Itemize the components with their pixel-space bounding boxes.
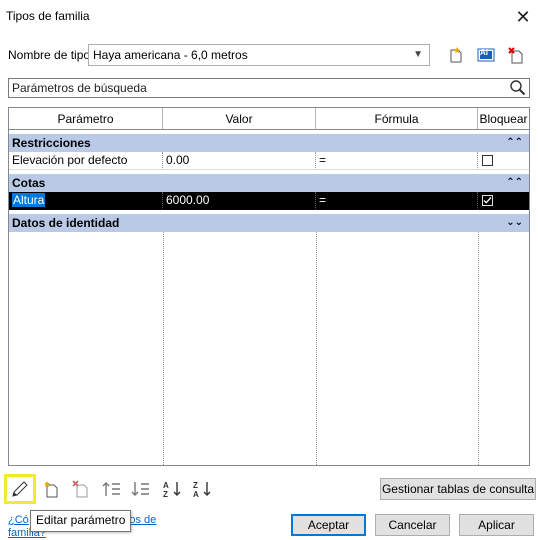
- window-title: Tipos de familia: [6, 9, 90, 23]
- search-placeholder: Parámetros de búsqueda: [12, 81, 147, 95]
- group-label: Cotas: [12, 176, 46, 190]
- type-name-select[interactable]: Haya americana - 6,0 metros ▼: [88, 44, 430, 66]
- group-header-identity-data[interactable]: Datos de identidad ⌄⌄: [9, 214, 529, 232]
- svg-text:A: A: [193, 490, 199, 498]
- svg-text:Z: Z: [163, 490, 168, 498]
- type-name-value: Haya americana - 6,0 metros: [93, 48, 248, 62]
- group-header-dimensions[interactable]: Cotas ⌃⌃: [9, 174, 529, 192]
- ok-button[interactable]: Aceptar: [291, 514, 366, 536]
- search-icon[interactable]: [509, 79, 527, 97]
- expand-icon: ⌄⌄: [506, 217, 523, 228]
- group-label: Datos de identidad: [12, 216, 120, 230]
- apply-button[interactable]: Aplicar: [459, 514, 534, 536]
- lock-cell: [478, 152, 529, 170]
- value-cell[interactable]: 6000.00: [163, 192, 316, 210]
- collapse-icon: ⌃⌃: [506, 177, 523, 188]
- cancel-button[interactable]: Cancelar: [375, 514, 450, 536]
- column-divider: [478, 232, 479, 465]
- new-parameter-icon: [44, 481, 58, 498]
- collapse-icon: ⌃⌃: [506, 137, 523, 148]
- manage-lookup-tables-button[interactable]: Gestionar tablas de consulta: [380, 478, 536, 500]
- group-header-constraints[interactable]: Restricciones ⌃⌃: [9, 134, 529, 152]
- column-header-lock[interactable]: Bloquear: [478, 108, 529, 130]
- table-row-selected[interactable]: Altura 6000.00 =: [9, 192, 529, 210]
- move-up-icon: [102, 482, 120, 496]
- delete-parameter-icon: [72, 480, 88, 498]
- parameter-name-cell: Altura: [9, 192, 163, 210]
- sort-descending-icon: Z A: [193, 481, 211, 498]
- new-type-icon: [450, 47, 462, 63]
- parameter-name-cell: Elevación por defecto: [9, 152, 163, 170]
- delete-parameter-button[interactable]: [70, 478, 92, 500]
- delete-type-button[interactable]: [506, 45, 526, 65]
- rename-type-glyph: AI: [480, 48, 488, 57]
- column-header-parameter[interactable]: Parámetro: [9, 108, 163, 130]
- sort-ascending-button[interactable]: A Z: [162, 478, 184, 500]
- table-row[interactable]: Elevación por defecto 0.00 =: [9, 152, 529, 170]
- lock-checkbox[interactable]: [482, 155, 493, 166]
- new-parameter-button[interactable]: [40, 478, 62, 500]
- selected-parameter-label: Altura: [12, 193, 46, 207]
- sort-ascending-icon: A Z: [163, 481, 181, 498]
- delete-type-icon: [508, 47, 523, 64]
- sort-descending-button[interactable]: Z A: [192, 478, 214, 500]
- value-cell[interactable]: 0.00: [163, 152, 316, 170]
- rename-type-button[interactable]: AI: [476, 45, 496, 65]
- formula-cell[interactable]: =: [316, 192, 478, 210]
- help-link-text-start: ¿Có: [8, 514, 29, 526]
- move-down-icon: [131, 482, 149, 496]
- svg-text:A: A: [163, 481, 169, 490]
- move-up-button[interactable]: [100, 478, 122, 500]
- checkmark-icon: [483, 197, 492, 204]
- lock-cell: [478, 192, 529, 210]
- column-divider: [163, 232, 164, 465]
- close-icon: ✕: [515, 7, 531, 27]
- parameter-grid: Parámetro Valor Fórmula Bloquear Restric…: [8, 107, 530, 466]
- move-down-button[interactable]: [129, 478, 151, 500]
- type-name-label: Nombre de tipo:: [8, 48, 94, 62]
- column-header-value[interactable]: Valor: [163, 108, 316, 130]
- lock-checkbox-checked[interactable]: [482, 195, 493, 206]
- new-type-button[interactable]: [446, 45, 466, 65]
- close-button[interactable]: ✕: [512, 6, 534, 28]
- search-input[interactable]: Parámetros de búsqueda: [8, 78, 530, 98]
- svg-text:Z: Z: [193, 481, 198, 490]
- pencil-icon: [12, 481, 28, 497]
- formula-cell[interactable]: =: [316, 152, 478, 170]
- column-header-formula[interactable]: Fórmula: [316, 108, 478, 130]
- column-divider: [316, 232, 317, 465]
- group-label: Restricciones: [12, 136, 91, 150]
- tooltip: Editar parámetro: [30, 510, 132, 532]
- edit-parameter-button[interactable]: [4, 474, 36, 504]
- chevron-down-icon: ▼: [413, 49, 423, 60]
